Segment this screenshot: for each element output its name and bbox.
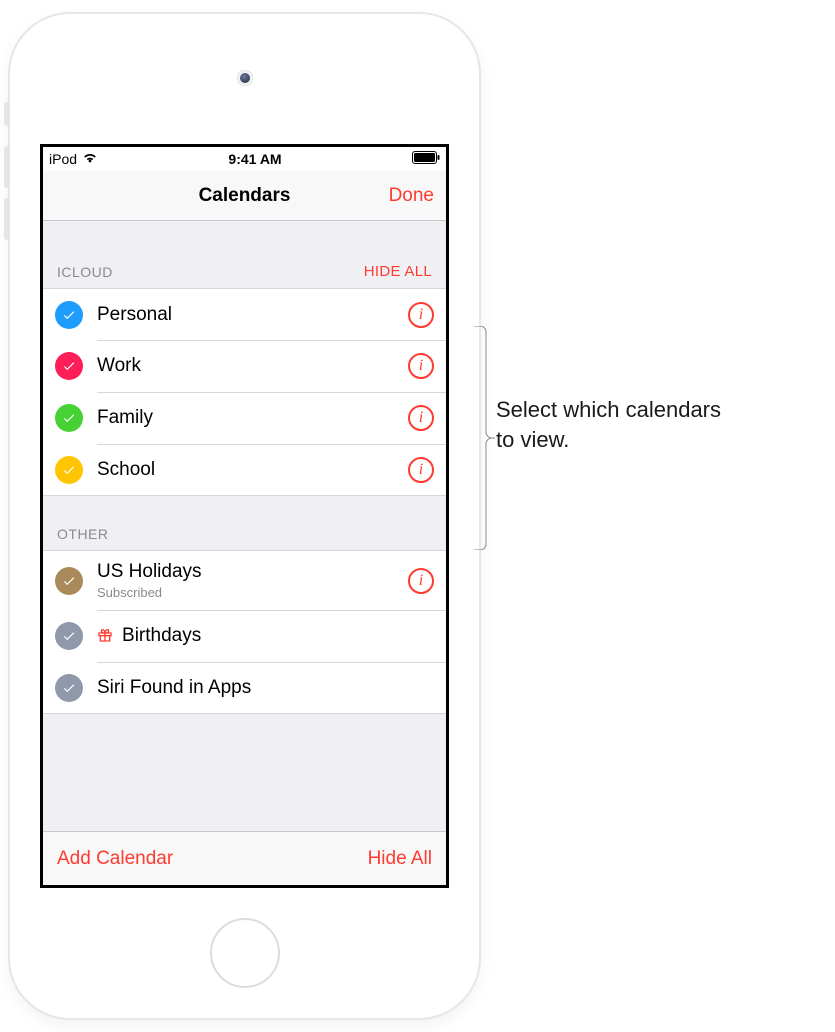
checkmark-icon[interactable] xyxy=(55,567,83,595)
nav-bar: Calendars Done xyxy=(43,171,446,221)
screen: iPod 9:41 AM Calendars Done ICLOUD xyxy=(40,144,449,888)
calendar-name: Work xyxy=(97,355,400,377)
checkmark-icon[interactable] xyxy=(55,404,83,432)
checkmark-icon[interactable] xyxy=(55,674,83,702)
callout-bracket xyxy=(473,326,495,550)
info-icon[interactable]: i xyxy=(408,405,434,431)
section-header-other: OTHER xyxy=(43,496,446,550)
calendar-row-family[interactable]: Family i xyxy=(43,392,446,444)
section-label: OTHER xyxy=(57,526,109,542)
info-icon[interactable]: i xyxy=(408,568,434,594)
calendar-name: Birthdays xyxy=(97,625,434,647)
calendar-row-us-holidays[interactable]: US Holidays Subscribed i xyxy=(43,550,446,610)
calendar-list[interactable]: ICLOUD HIDE ALL Personal i xyxy=(43,221,446,885)
section-other: US Holidays Subscribed i xyxy=(43,550,446,714)
clock-label: 9:41 AM xyxy=(228,151,281,167)
calendar-name: Family xyxy=(97,407,400,429)
checkmark-icon[interactable] xyxy=(55,622,83,650)
calendar-row-personal[interactable]: Personal i xyxy=(43,288,446,340)
section-header-icloud: ICLOUD HIDE ALL xyxy=(43,221,446,288)
checkmark-icon[interactable] xyxy=(55,352,83,380)
ipod-device-frame: iPod 9:41 AM Calendars Done ICLOUD xyxy=(8,12,481,1020)
battery-icon xyxy=(412,151,440,167)
nav-title: Calendars xyxy=(199,185,291,207)
carrier-label: iPod xyxy=(49,151,77,167)
info-icon[interactable]: i xyxy=(408,302,434,328)
calendar-name: Siri Found in Apps xyxy=(97,677,434,699)
mute-switch xyxy=(4,102,10,126)
callout-text: Select which calendars to view. xyxy=(496,395,721,454)
add-calendar-button[interactable]: Add Calendar xyxy=(57,848,173,870)
calendar-row-birthdays[interactable]: Birthdays xyxy=(43,610,446,662)
calendar-subtitle: Subscribed xyxy=(97,585,400,600)
done-button[interactable]: Done xyxy=(389,171,434,220)
checkmark-icon[interactable] xyxy=(55,456,83,484)
calendar-name: US Holidays xyxy=(97,561,400,583)
calendar-row-school[interactable]: School i xyxy=(43,444,446,496)
calendar-row-siri[interactable]: Siri Found in Apps xyxy=(43,662,446,714)
section-icloud: Personal i Work i Family xyxy=(43,288,446,496)
calendar-row-work[interactable]: Work i xyxy=(43,340,446,392)
volume-down-button xyxy=(4,198,10,240)
checkmark-icon[interactable] xyxy=(55,301,83,329)
front-camera xyxy=(237,70,253,86)
hide-all-button[interactable]: Hide All xyxy=(368,848,432,870)
gift-icon xyxy=(97,625,118,645)
volume-up-button xyxy=(4,146,10,188)
info-icon[interactable]: i xyxy=(408,353,434,379)
hide-all-icloud-button[interactable]: HIDE ALL xyxy=(364,263,432,280)
wifi-icon xyxy=(82,151,98,167)
info-icon[interactable]: i xyxy=(408,457,434,483)
calendar-name: Personal xyxy=(97,304,400,326)
section-label: ICLOUD xyxy=(57,264,113,280)
home-button[interactable] xyxy=(210,918,280,988)
status-bar: iPod 9:41 AM xyxy=(43,147,446,171)
toolbar: Add Calendar Hide All xyxy=(43,831,446,885)
calendar-name: School xyxy=(97,459,400,481)
